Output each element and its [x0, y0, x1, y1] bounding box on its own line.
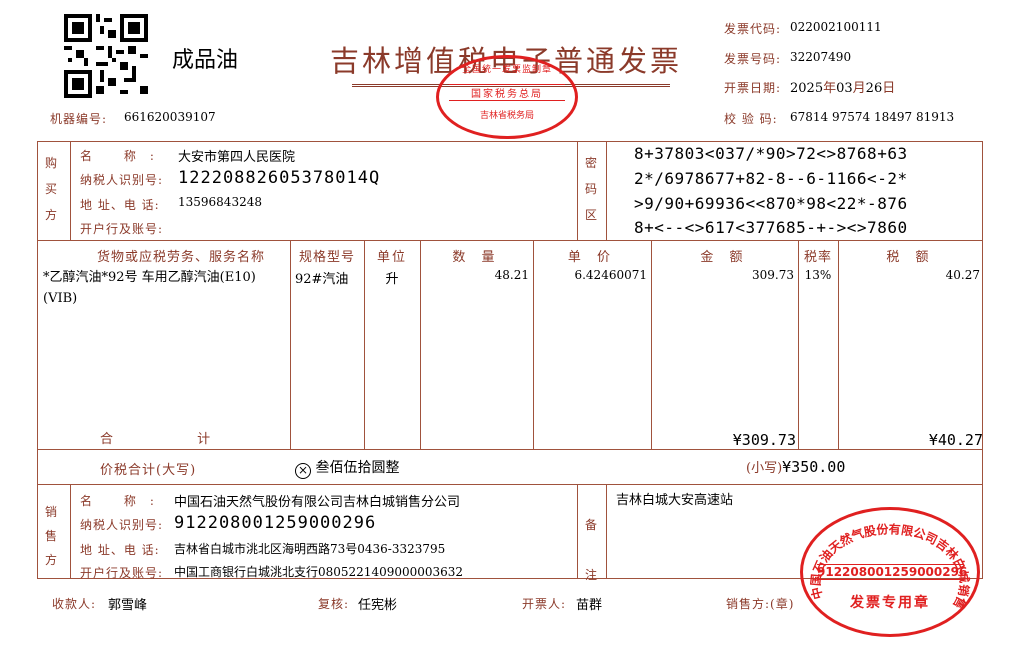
seller-taxid: 912208001259000296	[174, 513, 377, 533]
date-month: 03	[836, 81, 853, 96]
buyer-name: 大安市第四人民医院	[178, 150, 296, 165]
item-qty: 48.21	[494, 268, 529, 282]
reviewer-label: 复核:	[318, 597, 350, 611]
cross-circle-icon: ×	[295, 463, 311, 479]
seal-top-text: 全国统一发票监制章	[461, 65, 552, 75]
payee: 郭雪峰	[108, 598, 148, 613]
remark-label: 备注	[585, 518, 599, 582]
remark-text: 吉林白城大安高速站	[616, 493, 734, 508]
col-header-tax: 税 额	[886, 250, 935, 265]
qr-code	[64, 14, 148, 98]
invoice-date: 2025年03月26日	[790, 77, 895, 96]
col-header-spec: 规格型号	[298, 250, 355, 265]
seller-taxid-label: 纳税人识别号:	[80, 518, 164, 532]
row-divider	[37, 484, 983, 485]
check-code-label: 校 验 码:	[724, 112, 778, 126]
drawer-label: 开票人:	[522, 597, 567, 611]
grand-total-number: (小写)¥350.00	[746, 457, 845, 476]
grand-total-words: × 叁佰伍拾圆整	[295, 457, 399, 479]
invoice-code-label: 发票代码:	[724, 22, 782, 36]
drawer: 苗群	[576, 598, 603, 613]
total-amount: ¥309.73	[732, 431, 796, 449]
seller-side-label: 销售方	[45, 505, 59, 567]
buyer-side-label: 购买方	[45, 156, 59, 222]
seal-bottom: 发票专用章	[850, 595, 930, 611]
buyer-taxid: 12220882605378014Q	[178, 168, 381, 188]
reviewer: 任宪彬	[358, 598, 398, 613]
seller-addr-label: 地 址、电 话:	[80, 543, 160, 557]
item-spec: 92#汽油	[295, 272, 349, 287]
seal-mid-text: 国家税务总局	[449, 84, 565, 101]
col-header-qty: 数 量	[452, 250, 501, 265]
cipher-line: 8+<--<>617<377685-+-><>7860	[634, 218, 908, 237]
col-header-amount: 金 额	[700, 250, 749, 265]
col-divider	[290, 240, 291, 449]
item-amount: 309.73	[752, 268, 794, 282]
col-header-name: 货物或应税劳务、服务名称	[96, 250, 265, 265]
buyer-name-label: 名 称:	[80, 149, 168, 163]
col-divider	[577, 141, 578, 240]
buyer-taxid-label: 纳税人识别号:	[80, 173, 164, 187]
item-unit: 升	[385, 272, 399, 287]
item-tax: 40.27	[945, 268, 980, 282]
cipher-line: 2*/6978677+82-8--6-1166<-2*	[634, 169, 908, 188]
col-divider	[577, 484, 578, 579]
date-day-unit: 日	[882, 81, 896, 96]
grand-total-words-text: 叁佰伍拾圆整	[315, 460, 400, 476]
total-label: 合 计	[100, 432, 251, 447]
buyer-addr: 13596843248	[178, 195, 262, 209]
col-divider	[70, 484, 71, 579]
seller-bank-label: 开户行及账号:	[80, 566, 164, 580]
seller-name: 中国石油天然气股份有限公司吉林白城销售分公司	[174, 495, 461, 510]
date-year: 2025	[790, 81, 824, 96]
machine-no-label: 机器编号:	[50, 112, 108, 126]
invoice-no-label: 发票号码:	[724, 52, 782, 66]
col-divider	[606, 141, 607, 240]
invoice-no: 32207490	[790, 50, 852, 64]
date-year-unit: 年	[823, 81, 837, 96]
product-tag: 成品油	[172, 48, 239, 73]
tax-bureau-seal: 全国统一发票监制章 国家税务总局 吉林省税务局	[436, 55, 578, 139]
cipher-label: 密码区	[585, 156, 599, 222]
payee-label: 收款人:	[52, 597, 97, 611]
col-header-rate: 税率	[803, 250, 832, 265]
invoice-code: 022002100111	[790, 20, 882, 34]
machine-no: 661620039107	[124, 110, 216, 124]
item-name: *乙醇汽油*92号 车用乙醇汽油(E10)(VIB)	[43, 270, 256, 306]
seal-id: 912208001259000296	[817, 564, 968, 580]
buyer-bank-label: 开户行及账号:	[80, 222, 164, 236]
seller-bank: 中国工商银行白城洮北支行0805221409000003632	[174, 565, 464, 579]
total-tax: ¥40.27	[928, 431, 983, 449]
row-divider	[37, 240, 983, 241]
check-code: 67814 97574 18497 81913	[790, 110, 955, 124]
col-header-unit: 单位	[376, 250, 407, 265]
seller-name-label: 名 称:	[80, 494, 168, 508]
date-label: 开票日期:	[724, 81, 782, 95]
seller-addr: 吉林省白城市洮北区海明西路73号0436-3323795	[174, 542, 446, 556]
row-divider	[37, 449, 983, 450]
col-divider	[70, 141, 71, 240]
buyer-addr-label: 地 址、电 话:	[80, 198, 160, 212]
cipher-line: 8+37803<037/*90>72<>8768+63	[634, 144, 908, 163]
seal-bottom-text: 吉林省税务局	[479, 111, 534, 121]
grand-total-small-label: (小写)	[746, 461, 783, 476]
seller-seal-label: 销售方:(章)	[726, 597, 795, 611]
date-month-unit: 月	[852, 81, 866, 96]
cipher-line: >9/90+69936<<870*98<22*-876	[634, 194, 908, 213]
seller-invoice-seal: 中国石油天然气股份有限公司吉林白城销售分公司 91220800125900029…	[800, 507, 980, 637]
col-divider	[606, 484, 607, 579]
col-header-price: 单 价	[567, 250, 617, 265]
item-rate: 13%	[804, 268, 832, 282]
grand-total-value: ¥350.00	[782, 458, 846, 476]
item-price: 6.42460071	[574, 268, 647, 282]
grand-total-label: 价税合计(大写)	[100, 463, 197, 478]
date-day: 26	[865, 81, 883, 96]
